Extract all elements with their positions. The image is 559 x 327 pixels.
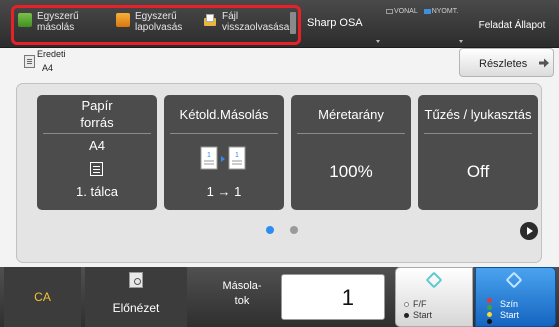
preview-button[interactable]: Előnézet — [85, 267, 187, 327]
original-document-icon — [24, 55, 35, 68]
tile-title: Kétold.Másolás — [179, 107, 269, 122]
bw-mode-dot-icon — [404, 302, 409, 307]
svg-text:1: 1 — [207, 152, 211, 159]
tile-divider — [170, 133, 278, 134]
color-mode-dot-icon — [487, 312, 492, 317]
shortcut-easy-scan[interactable]: Egyszerű lapolvasás — [116, 10, 206, 43]
shortcut-label: Egyszerű lapolvasás — [135, 11, 183, 33]
svg-text:1: 1 — [235, 152, 239, 159]
copies-value: 1 — [341, 285, 354, 310]
page-indicator-dot-active[interactable] — [266, 226, 274, 234]
color-mode-dot-icon — [487, 319, 492, 324]
bw-start-label: F/F — [413, 299, 427, 309]
color-start-button[interactable]: Szín Start — [475, 267, 556, 327]
color-mode-dot-icon — [487, 298, 492, 303]
file-retrieve-icon — [203, 13, 217, 27]
color-mode-dot-icon — [487, 305, 492, 310]
device-name-label: Sharp OSA — [307, 17, 363, 29]
copy-ratio-tile[interactable]: Méretarány 100% — [291, 95, 411, 210]
original-label: Eredeti — [37, 49, 66, 59]
copy-ratio-value: 100% — [329, 162, 373, 181]
bottom-bar: CA Előnézet Másola- tok 1 F/F Start Szín — [0, 267, 559, 327]
tile-divider — [424, 133, 532, 134]
page-indicator-dot[interactable] — [290, 226, 298, 234]
paper-size-value: A4 — [89, 138, 105, 153]
copy-icon — [18, 13, 32, 27]
shortcut-label: Egyszerű másolás — [37, 11, 79, 33]
original-size: A4 — [42, 63, 54, 73]
clear-all-button[interactable]: CA — [4, 267, 81, 327]
staple-punch-tile[interactable]: Tűzés / lyukasztás Off — [418, 95, 538, 210]
scan-icon — [116, 13, 130, 27]
chevron-down-icon — [459, 40, 463, 43]
color-start-label: Start — [500, 310, 520, 320]
duplex-copy-tile[interactable]: Kétold.Másolás 1 1 1 → 1 — [164, 95, 284, 210]
copy-screen: Egyszerű másolás Egyszerű lapolvasás Fáj… — [0, 0, 559, 327]
paper-tray-icon — [90, 162, 103, 176]
chevron-down-icon — [376, 40, 380, 43]
tile-divider — [297, 133, 405, 134]
preview-label: Előnézet — [112, 301, 160, 315]
shortcut-file-retrieve[interactable]: Fájl visszaolvasása — [203, 10, 298, 43]
job-status-button[interactable]: Feladat Állapot — [468, 10, 556, 42]
print-status-box — [423, 9, 431, 14]
copies-input[interactable]: 1 — [281, 274, 385, 320]
shortcut-scroll-handle[interactable] — [290, 12, 296, 34]
print-status-label: NYOMT. — [431, 8, 459, 15]
tile-divider — [43, 133, 151, 134]
paper-tray-value: 1. tálca — [76, 184, 118, 199]
details-button[interactable]: Részletes — [459, 48, 554, 77]
details-label: Részletes — [479, 58, 528, 70]
shortcut-easy-copy[interactable]: Egyszerű másolás — [18, 10, 110, 43]
staple-punch-value: Off — [466, 162, 490, 181]
paper-select-tile[interactable]: Papír forrás A4 1. tálca — [37, 95, 157, 210]
line-status-label: VONAL — [394, 8, 418, 15]
arrow-right-icon — [539, 58, 549, 68]
color-start-label: Szín — [500, 299, 519, 309]
duplex-mode-value: 1 → 1 — [206, 184, 242, 199]
preview-icon — [129, 272, 143, 288]
start-icon — [425, 271, 443, 289]
next-page-button[interactable] — [520, 222, 538, 240]
duplex-pages-icon: 1 1 — [200, 146, 246, 170]
tile-title: Tűzés / lyukasztás — [424, 107, 532, 122]
top-bar: Egyszerű másolás Egyszerű lapolvasás Fáj… — [0, 0, 559, 48]
start-icon — [505, 271, 523, 289]
tile-title: Méretarány — [318, 107, 384, 122]
tile-title: Papír forrás — [80, 98, 114, 130]
bw-start-label: Start — [413, 310, 433, 320]
line-status-indicator: VONAL NYOMT. — [386, 8, 462, 15]
copies-label: Másola- tok — [222, 280, 262, 307]
line-status-box — [386, 9, 393, 14]
bw-mode-dot-icon — [404, 313, 409, 318]
bw-start-button[interactable]: F/F Start — [395, 267, 473, 327]
shortcut-label: Fájl visszaolvasása — [222, 11, 290, 33]
